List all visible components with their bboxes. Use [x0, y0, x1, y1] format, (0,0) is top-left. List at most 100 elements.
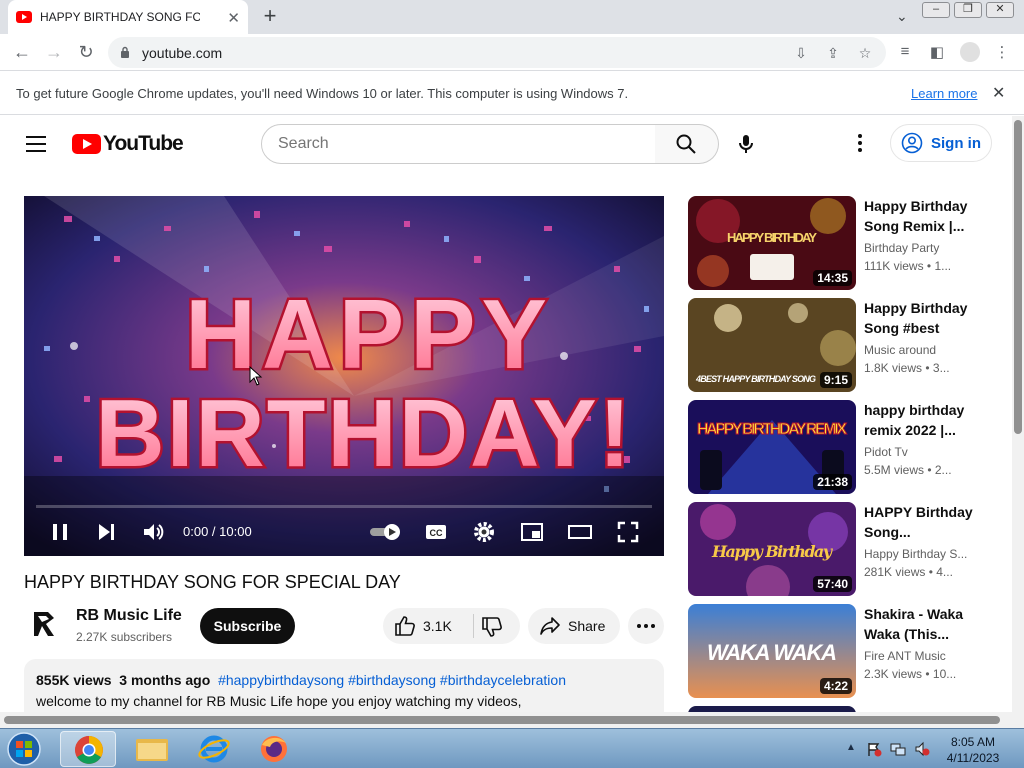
- infobar-close-icon[interactable]: ✕: [992, 83, 1005, 103]
- close-window-button[interactable]: ✕: [986, 2, 1014, 18]
- lock-icon: [121, 46, 129, 58]
- channel-name[interactable]: RB Music Life: [76, 607, 182, 625]
- start-orb-icon[interactable]: [4, 731, 44, 767]
- fullscreen-icon[interactable]: [616, 520, 640, 544]
- tab-close-icon[interactable]: ✕: [227, 9, 240, 27]
- microphone-icon[interactable]: [736, 134, 756, 154]
- youtube-logo[interactable]: YouTube: [72, 132, 184, 156]
- network-icon[interactable]: [890, 741, 906, 757]
- menu-icon[interactable]: [26, 136, 46, 152]
- search-button[interactable]: [655, 124, 719, 164]
- upload-age: 3 months ago: [119, 672, 211, 688]
- recommended-video[interactable]: HAPPY BIRTHDAY 14:35 Happy Birthday Song…: [688, 196, 988, 290]
- search-input[interactable]: [278, 135, 638, 153]
- video-overlay-line1: HAPPY: [185, 279, 553, 389]
- recommended-meta: 111K views • 1...: [864, 259, 952, 273]
- view-count: 855K views: [36, 672, 112, 688]
- learn-more-link[interactable]: Learn more: [911, 86, 977, 101]
- share-page-icon[interactable]: ⇪: [824, 45, 842, 61]
- chrome-menu-icon[interactable]: ⋮: [992, 43, 1012, 63]
- settings-kebab-icon[interactable]: [858, 134, 864, 154]
- miniplayer-icon[interactable]: [520, 520, 544, 544]
- internet-explorer-icon: [198, 735, 230, 763]
- clock-time: 8:05 AM: [950, 735, 996, 749]
- horizontal-scrollbar[interactable]: [0, 712, 1024, 728]
- video-thumbnail[interactable]: 4BEST HAPPY BIRTHDAY SONG 9:15: [688, 298, 856, 392]
- vertical-scroll-thumb[interactable]: [1014, 120, 1022, 434]
- forward-arrow-icon[interactable]: →: [42, 41, 66, 65]
- address-bar[interactable]: youtube.com ⇩ ⇪ ☆: [108, 37, 886, 68]
- update-infobar: To get future Google Chrome updates, you…: [0, 71, 1024, 115]
- thumbnail-text: Happy Birthday: [711, 542, 834, 561]
- settings-gear-icon[interactable]: [472, 520, 496, 544]
- description-text: welcome to my channel for RB Music Life …: [36, 693, 522, 709]
- reload-icon[interactable]: ↻: [74, 41, 98, 65]
- video-thumbnail[interactable]: WAKA WAKA 4:22: [688, 604, 856, 698]
- windows-taskbar: ▲ 8:05 AM 4/11/2023: [0, 728, 1024, 768]
- recommended-title[interactable]: Happy Birthday Song #best: [864, 298, 974, 338]
- autoplay-toggle-icon[interactable]: [368, 520, 404, 544]
- captions-icon[interactable]: CC: [424, 520, 448, 544]
- recommended-video[interactable]: HAPPY BIRTHDAY REMIX 21:38 happy birthda…: [688, 400, 988, 494]
- pause-icon[interactable]: [48, 520, 72, 544]
- more-actions-button[interactable]: [628, 608, 664, 644]
- minimize-button[interactable]: –: [922, 2, 950, 18]
- video-player[interactable]: HAPPY BIRTHDAY! 0:00 / 10:00 CC: [24, 196, 664, 556]
- recommended-video[interactable]: Happy Birthday 57:40 HAPPY Birthday Song…: [688, 502, 988, 596]
- side-panel-icon[interactable]: ◧: [927, 43, 947, 63]
- vertical-scrollbar[interactable]: [1012, 116, 1024, 712]
- new-tab-button[interactable]: +: [258, 5, 282, 29]
- taskbar-firefox[interactable]: [246, 731, 302, 767]
- tray-expand-icon[interactable]: ▲: [846, 742, 856, 753]
- taskbar-explorer[interactable]: [124, 731, 180, 767]
- tab-search-chevron-icon[interactable]: ⌄: [896, 8, 908, 25]
- thumbnail-text: 4BEST HAPPY BIRTHDAY SONG: [695, 374, 816, 384]
- share-button[interactable]: Share: [528, 608, 620, 644]
- video-progress-bar[interactable]: [36, 505, 652, 508]
- recommended-title[interactable]: Happy Birthday Song Remix |...: [864, 196, 974, 236]
- recommended-meta: 281K views • 4...: [864, 565, 953, 579]
- video-thumbnail[interactable]: Happy Birthday 57:40: [688, 502, 856, 596]
- firefox-icon: [261, 736, 287, 762]
- svg-text:CC: CC: [430, 528, 443, 538]
- youtube-logo-text: YouTube: [103, 132, 184, 155]
- video-thumbnail[interactable]: HAPPY BIRTHDAY REMIX 21:38: [688, 400, 856, 494]
- video-thumbnail[interactable]: HAPPY BIRTHDAY 14:35: [688, 196, 856, 290]
- next-video-icon[interactable]: [94, 520, 118, 544]
- hashtags[interactable]: #happybirthdaysong #birthdaysong #birthd…: [218, 672, 566, 688]
- recommended-title[interactable]: happy birthday remix 2022 |...: [864, 400, 974, 440]
- subscribe-button[interactable]: Subscribe: [200, 608, 295, 644]
- system-clock[interactable]: 8:05 AM 4/11/2023: [938, 734, 1008, 766]
- description-box[interactable]: 855K views 3 months ago #happybirthdayso…: [24, 659, 664, 712]
- recommended-video[interactable]: 4BEST HAPPY BIRTHDAY SONG 9:15 Happy Bir…: [688, 298, 988, 392]
- recommended-meta: 2.3K views • 10...: [864, 667, 957, 681]
- media-control-icon[interactable]: ≡: [895, 43, 915, 63]
- recommended-channel: Pidot Tv: [864, 445, 908, 459]
- taskbar-internet-explorer[interactable]: [186, 731, 242, 767]
- like-divider: [473, 614, 474, 638]
- like-count: 3.1K: [423, 618, 452, 634]
- recommended-title[interactable]: HAPPY Birthday Song...: [864, 502, 974, 542]
- back-arrow-icon[interactable]: ←: [10, 41, 34, 65]
- video-title: HAPPY BIRTHDAY SONG FOR SPECIAL DAY: [24, 572, 401, 592]
- volume-icon[interactable]: [141, 520, 165, 544]
- bookmark-star-icon[interactable]: ☆: [856, 45, 874, 61]
- recommended-title[interactable]: Shakira - Waka Waka (This...: [864, 604, 974, 644]
- recommended-video[interactable]: WAKA WAKA 4:22 Shakira - Waka Waka (This…: [688, 604, 988, 698]
- taskbar-chrome[interactable]: [60, 731, 116, 767]
- like-thumb-icon[interactable]: [394, 615, 416, 637]
- browser-tab[interactable]: HAPPY BIRTHDAY SONG FOR ✕: [8, 0, 248, 34]
- profile-avatar-icon[interactable]: [960, 42, 980, 62]
- action-center-flag-icon[interactable]: [866, 741, 882, 757]
- channel-avatar[interactable]: [24, 604, 64, 644]
- thumbnail-text: HAPPY BIRTHDAY: [727, 230, 817, 245]
- horizontal-scroll-thumb[interactable]: [4, 716, 1000, 724]
- dislike-thumb-icon[interactable]: [481, 616, 503, 638]
- install-app-icon[interactable]: ⇩: [792, 45, 810, 61]
- volume-muted-icon[interactable]: [914, 741, 930, 757]
- sign-in-button[interactable]: Sign in: [890, 124, 992, 162]
- tab-title: HAPPY BIRTHDAY SONG FOR: [40, 10, 200, 24]
- video-duration: 21:38: [813, 474, 852, 490]
- theater-mode-icon[interactable]: [568, 520, 592, 544]
- restore-button[interactable]: ❐: [954, 2, 982, 18]
